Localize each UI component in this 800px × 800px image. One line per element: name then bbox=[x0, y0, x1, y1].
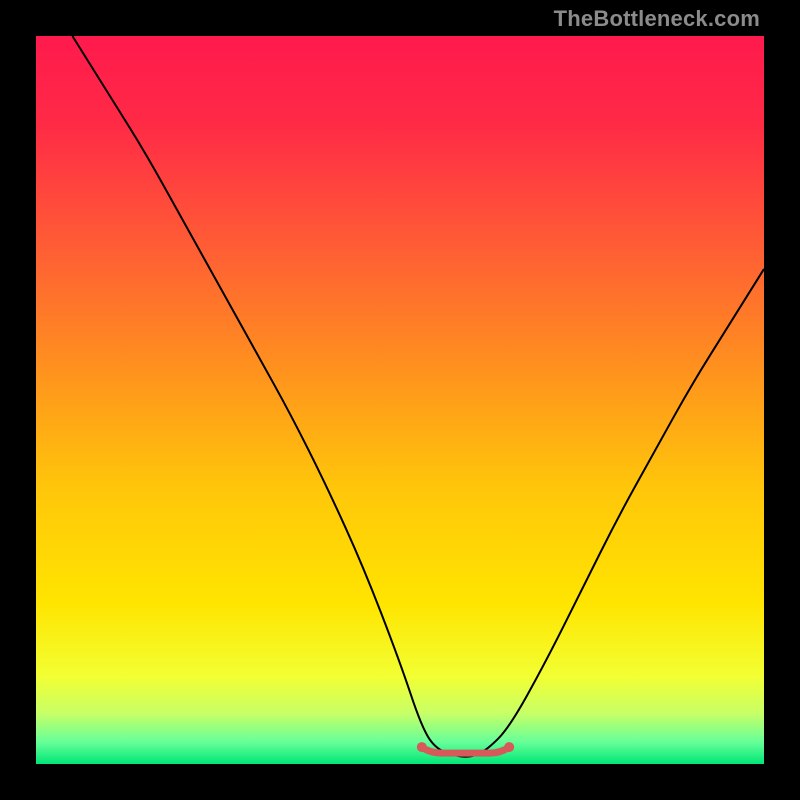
chart-frame: TheBottleneck.com bbox=[0, 0, 800, 800]
optimal-range-dot-right bbox=[504, 742, 514, 752]
plot-area bbox=[36, 36, 764, 764]
curve-layer bbox=[36, 36, 764, 764]
watermark-text: TheBottleneck.com bbox=[554, 6, 760, 32]
bottleneck-curve bbox=[72, 36, 764, 757]
optimal-range-dot-left bbox=[417, 742, 427, 752]
optimal-range-highlight bbox=[422, 747, 509, 753]
